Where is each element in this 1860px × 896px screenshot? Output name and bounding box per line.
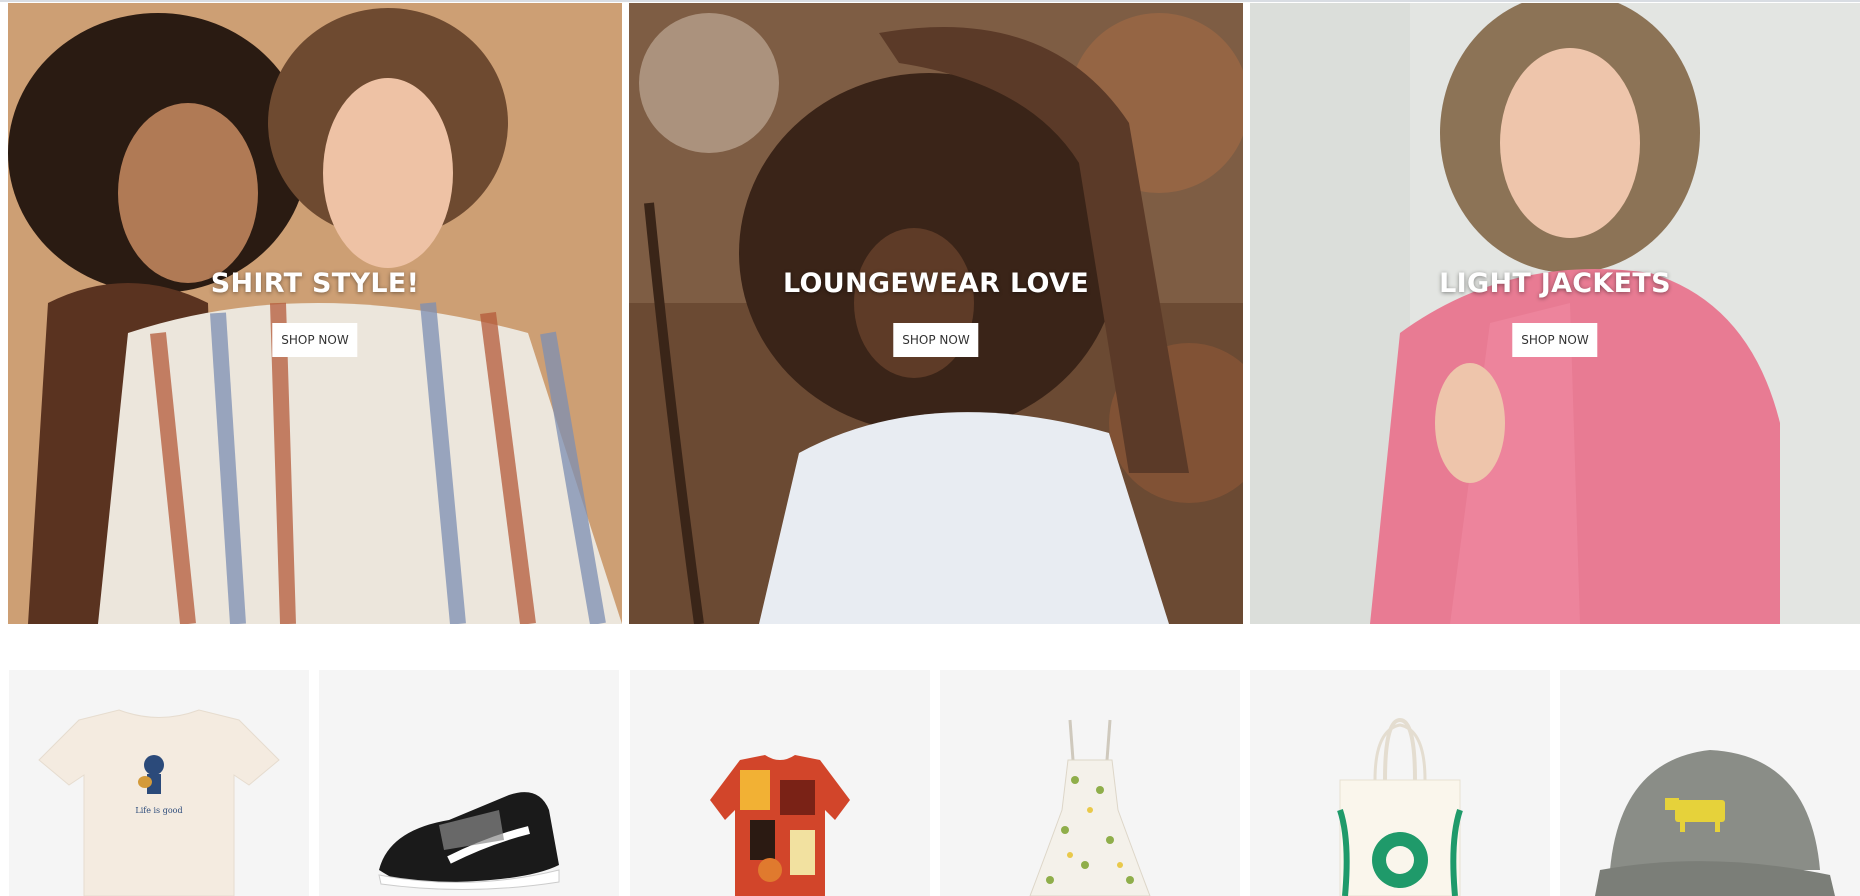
shop-now-button[interactable]: SHOP NOW — [893, 323, 979, 357]
cap-image — [1595, 750, 1835, 896]
product-card-sneaker[interactable] — [319, 670, 619, 896]
shop-now-button[interactable]: SHOP NOW — [272, 323, 358, 357]
printed-shirt-image — [710, 755, 850, 896]
tee-shirt-image: Life is good — [38, 709, 280, 896]
hero-image-loungewear-love — [629, 3, 1243, 624]
tee-print-text: Life is good — [135, 806, 182, 815]
floral-dress-image — [1029, 719, 1151, 896]
hero-title: LOUNGEWEAR LOVE — [783, 268, 1089, 299]
sneaker-image — [378, 792, 560, 891]
product-card-floral-dress[interactable] — [940, 670, 1240, 896]
hero-image-shirt-style — [8, 3, 622, 624]
shop-now-button[interactable]: SHOP NOW — [1512, 323, 1598, 357]
hero-tile-light-jackets[interactable]: LIGHT JACKETS SHOP NOW — [1250, 3, 1860, 624]
hero-tile-loungewear-love[interactable]: LOUNGEWEAR LOVE SHOP NOW — [629, 3, 1243, 624]
hero-image-light-jackets — [1250, 3, 1860, 624]
product-card-printed-shirt[interactable] — [630, 670, 930, 896]
product-card-cap[interactable] — [1560, 670, 1860, 896]
product-card-tote-bag[interactable] — [1250, 670, 1550, 896]
product-card-tee-shirt[interactable]: Life is good — [9, 670, 309, 896]
hero-tile-shirt-style[interactable]: SHIRT STYLE! SHOP NOW — [8, 3, 622, 624]
hero-title: LIGHT JACKETS — [1439, 268, 1671, 299]
tote-bag-image — [1337, 717, 1463, 896]
top-border — [0, 0, 1860, 2]
hero-title: SHIRT STYLE! — [210, 268, 420, 299]
